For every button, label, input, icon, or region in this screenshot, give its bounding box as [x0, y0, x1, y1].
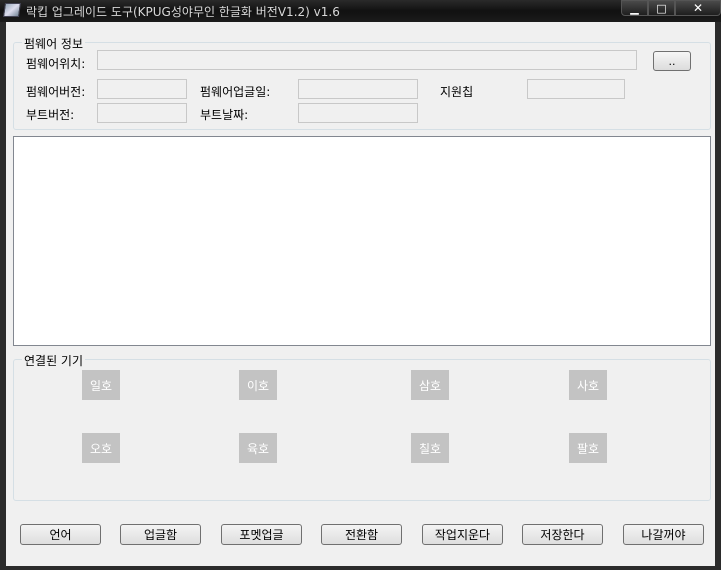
firmware-version-field[interactable]: [97, 79, 187, 99]
device-slot-5[interactable]: 오호: [82, 433, 120, 463]
minimize-button[interactable]: ▁: [621, 0, 648, 16]
erase-button[interactable]: 작업지운다: [422, 524, 503, 545]
supported-chip-field[interactable]: [527, 79, 625, 99]
browse-button[interactable]: ..: [653, 51, 691, 71]
boot-date-label: 부트날짜:: [200, 108, 249, 122]
app-icon: [3, 3, 21, 17]
title-bar[interactable]: 락킵 업그레이드 도구(KPUG성야무인 한글화 버전V1.2) v1.6 ▁ …: [0, 0, 721, 22]
connected-devices-title: 연결된 기기: [22, 352, 86, 369]
device-slot-2[interactable]: 이호: [239, 370, 277, 400]
maximize-icon: □: [656, 1, 667, 15]
window-frame-bottom: [0, 566, 721, 570]
device-slot-4[interactable]: 사호: [569, 370, 607, 400]
window-title: 락킵 업그레이드 도구(KPUG성야무인 한글화 버전V1.2) v1.6: [26, 5, 340, 19]
switch-button[interactable]: 전환함: [321, 524, 402, 545]
window-controls: ▁ □ ✕: [621, 0, 721, 18]
close-icon: ✕: [692, 1, 704, 15]
save-button[interactable]: 저장한다: [522, 524, 603, 545]
minimize-icon: ▁: [630, 1, 639, 15]
device-slot-6[interactable]: 육호: [239, 433, 277, 463]
boot-version-field[interactable]: [97, 103, 187, 123]
firmware-upgrade-date-label: 펌웨어업글일:: [200, 85, 271, 99]
device-slot-7[interactable]: 칠호: [411, 433, 449, 463]
firmware-version-label: 펌웨어버전:: [26, 85, 86, 99]
exit-button[interactable]: 나갈꺼야: [623, 524, 704, 545]
firmware-location-label: 펌웨어위치:: [26, 57, 86, 71]
firmware-info-title: 펌웨어 정보: [22, 35, 86, 52]
firmware-location-field[interactable]: [97, 50, 637, 70]
main-window: 락킵 업그레이드 도구(KPUG성야무인 한글화 버전V1.2) v1.6 ▁ …: [0, 0, 721, 570]
device-slot-3[interactable]: 삼호: [411, 370, 449, 400]
language-button[interactable]: 언어: [20, 524, 101, 545]
format-upgrade-button[interactable]: 포멧업글: [221, 524, 302, 545]
firmware-upgrade-date-field[interactable]: [298, 79, 418, 99]
device-slot-1[interactable]: 일호: [82, 370, 120, 400]
client-area: 펌웨어 정보 펌웨어위치: .. 펌웨어버전: 펌웨어업글일: 지원칩 부트버전…: [6, 22, 715, 566]
supported-chip-label: 지원칩: [440, 85, 474, 99]
maximize-button[interactable]: □: [648, 0, 675, 16]
boot-version-label: 부트버전:: [26, 108, 75, 122]
window-frame-right: [715, 22, 721, 570]
boot-date-field[interactable]: [298, 103, 418, 123]
close-button[interactable]: ✕: [675, 0, 721, 16]
device-slot-8[interactable]: 팔호: [569, 433, 607, 463]
log-textarea[interactable]: [13, 136, 711, 346]
upgrade-button[interactable]: 업글함: [120, 524, 201, 545]
